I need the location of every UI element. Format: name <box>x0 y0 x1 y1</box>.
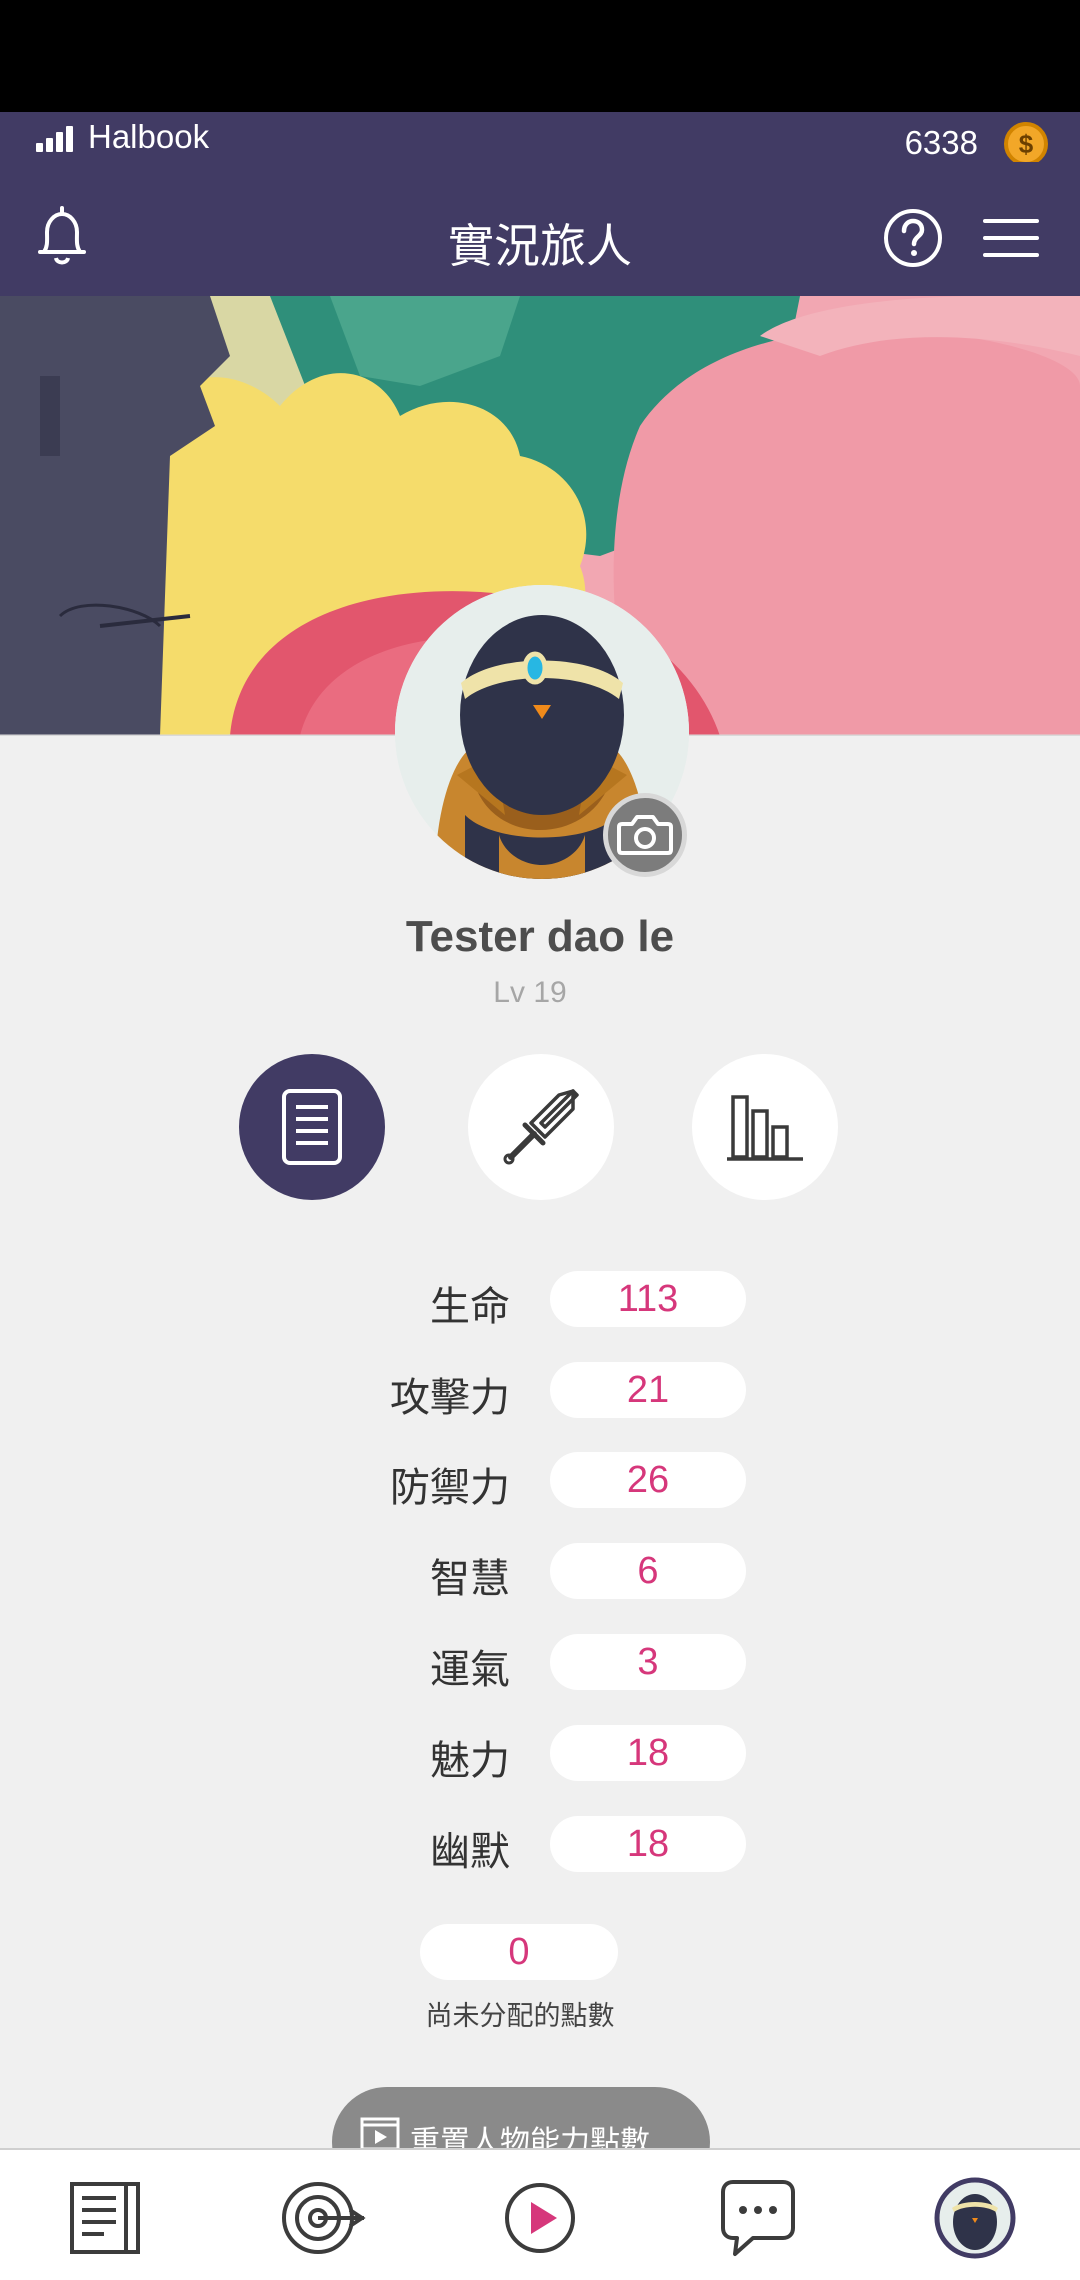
help-icon[interactable] <box>883 208 943 268</box>
camera-icon <box>617 815 673 855</box>
stat-label-humor: 幽默 <box>430 1829 510 1875</box>
unassigned-points-value: 0 <box>420 1924 618 1980</box>
bar-chart-icon <box>727 1095 803 1161</box>
stat-value-hp: 113 <box>550 1271 746 1327</box>
coin-count: 6338 <box>904 124 978 161</box>
target-icon <box>282 2182 366 2254</box>
stat-value-defense: 26 <box>550 1452 746 1508</box>
ranking-tab[interactable] <box>692 1054 838 1200</box>
stat-value-charm: 18 <box>550 1725 746 1781</box>
stat-label-charm: 魅力 <box>430 1738 510 1784</box>
stat-label-attack: 攻擊力 <box>390 1375 510 1421</box>
stat-label-luck: 運氣 <box>430 1647 510 1693</box>
stat-value-wisdom: 6 <box>550 1543 746 1599</box>
bottom-navigation <box>0 2148 1080 2280</box>
stat-value-humor: 18 <box>550 1816 746 1872</box>
chat-icon <box>721 2180 795 2256</box>
unassigned-points-label: 尚未分配的點數 <box>425 2001 615 2032</box>
user-level: Lv 19 <box>493 976 567 1009</box>
stat-label-hp: 生命 <box>430 1284 510 1330</box>
system-top-bar <box>0 0 1080 112</box>
journal-icon <box>70 2182 140 2254</box>
app-bar: 實況旅人 <box>0 162 1080 296</box>
coin-icon: $ <box>1004 122 1048 166</box>
nav-live[interactable] <box>495 2172 585 2262</box>
equipment-tab[interactable] <box>468 1054 614 1200</box>
stats-tab[interactable] <box>239 1054 385 1200</box>
stat-label-defense: 防禦力 <box>390 1465 510 1511</box>
avatar-icon <box>934 2177 1016 2259</box>
change-photo-button[interactable] <box>603 793 687 877</box>
stat-label-wisdom: 智慧 <box>430 1556 510 1602</box>
nav-journal[interactable] <box>60 2172 150 2262</box>
nav-missions[interactable] <box>278 2172 368 2262</box>
document-icon <box>282 1089 342 1165</box>
menu-icon[interactable] <box>983 219 1039 259</box>
stat-value-luck: 3 <box>550 1634 746 1690</box>
stat-value-attack: 21 <box>550 1362 746 1418</box>
carrier-name: Halbook <box>88 118 210 155</box>
user-name: Tester dao le <box>405 912 675 961</box>
nav-chat[interactable] <box>713 2172 803 2262</box>
video-ad-icon <box>360 2117 400 2151</box>
play-icon <box>505 2183 575 2253</box>
status-bar: Halbook 6338 $ <box>0 112 1080 166</box>
sword-icon <box>503 1089 579 1165</box>
nav-profile[interactable] <box>930 2172 1020 2262</box>
signal-icon <box>36 126 80 152</box>
